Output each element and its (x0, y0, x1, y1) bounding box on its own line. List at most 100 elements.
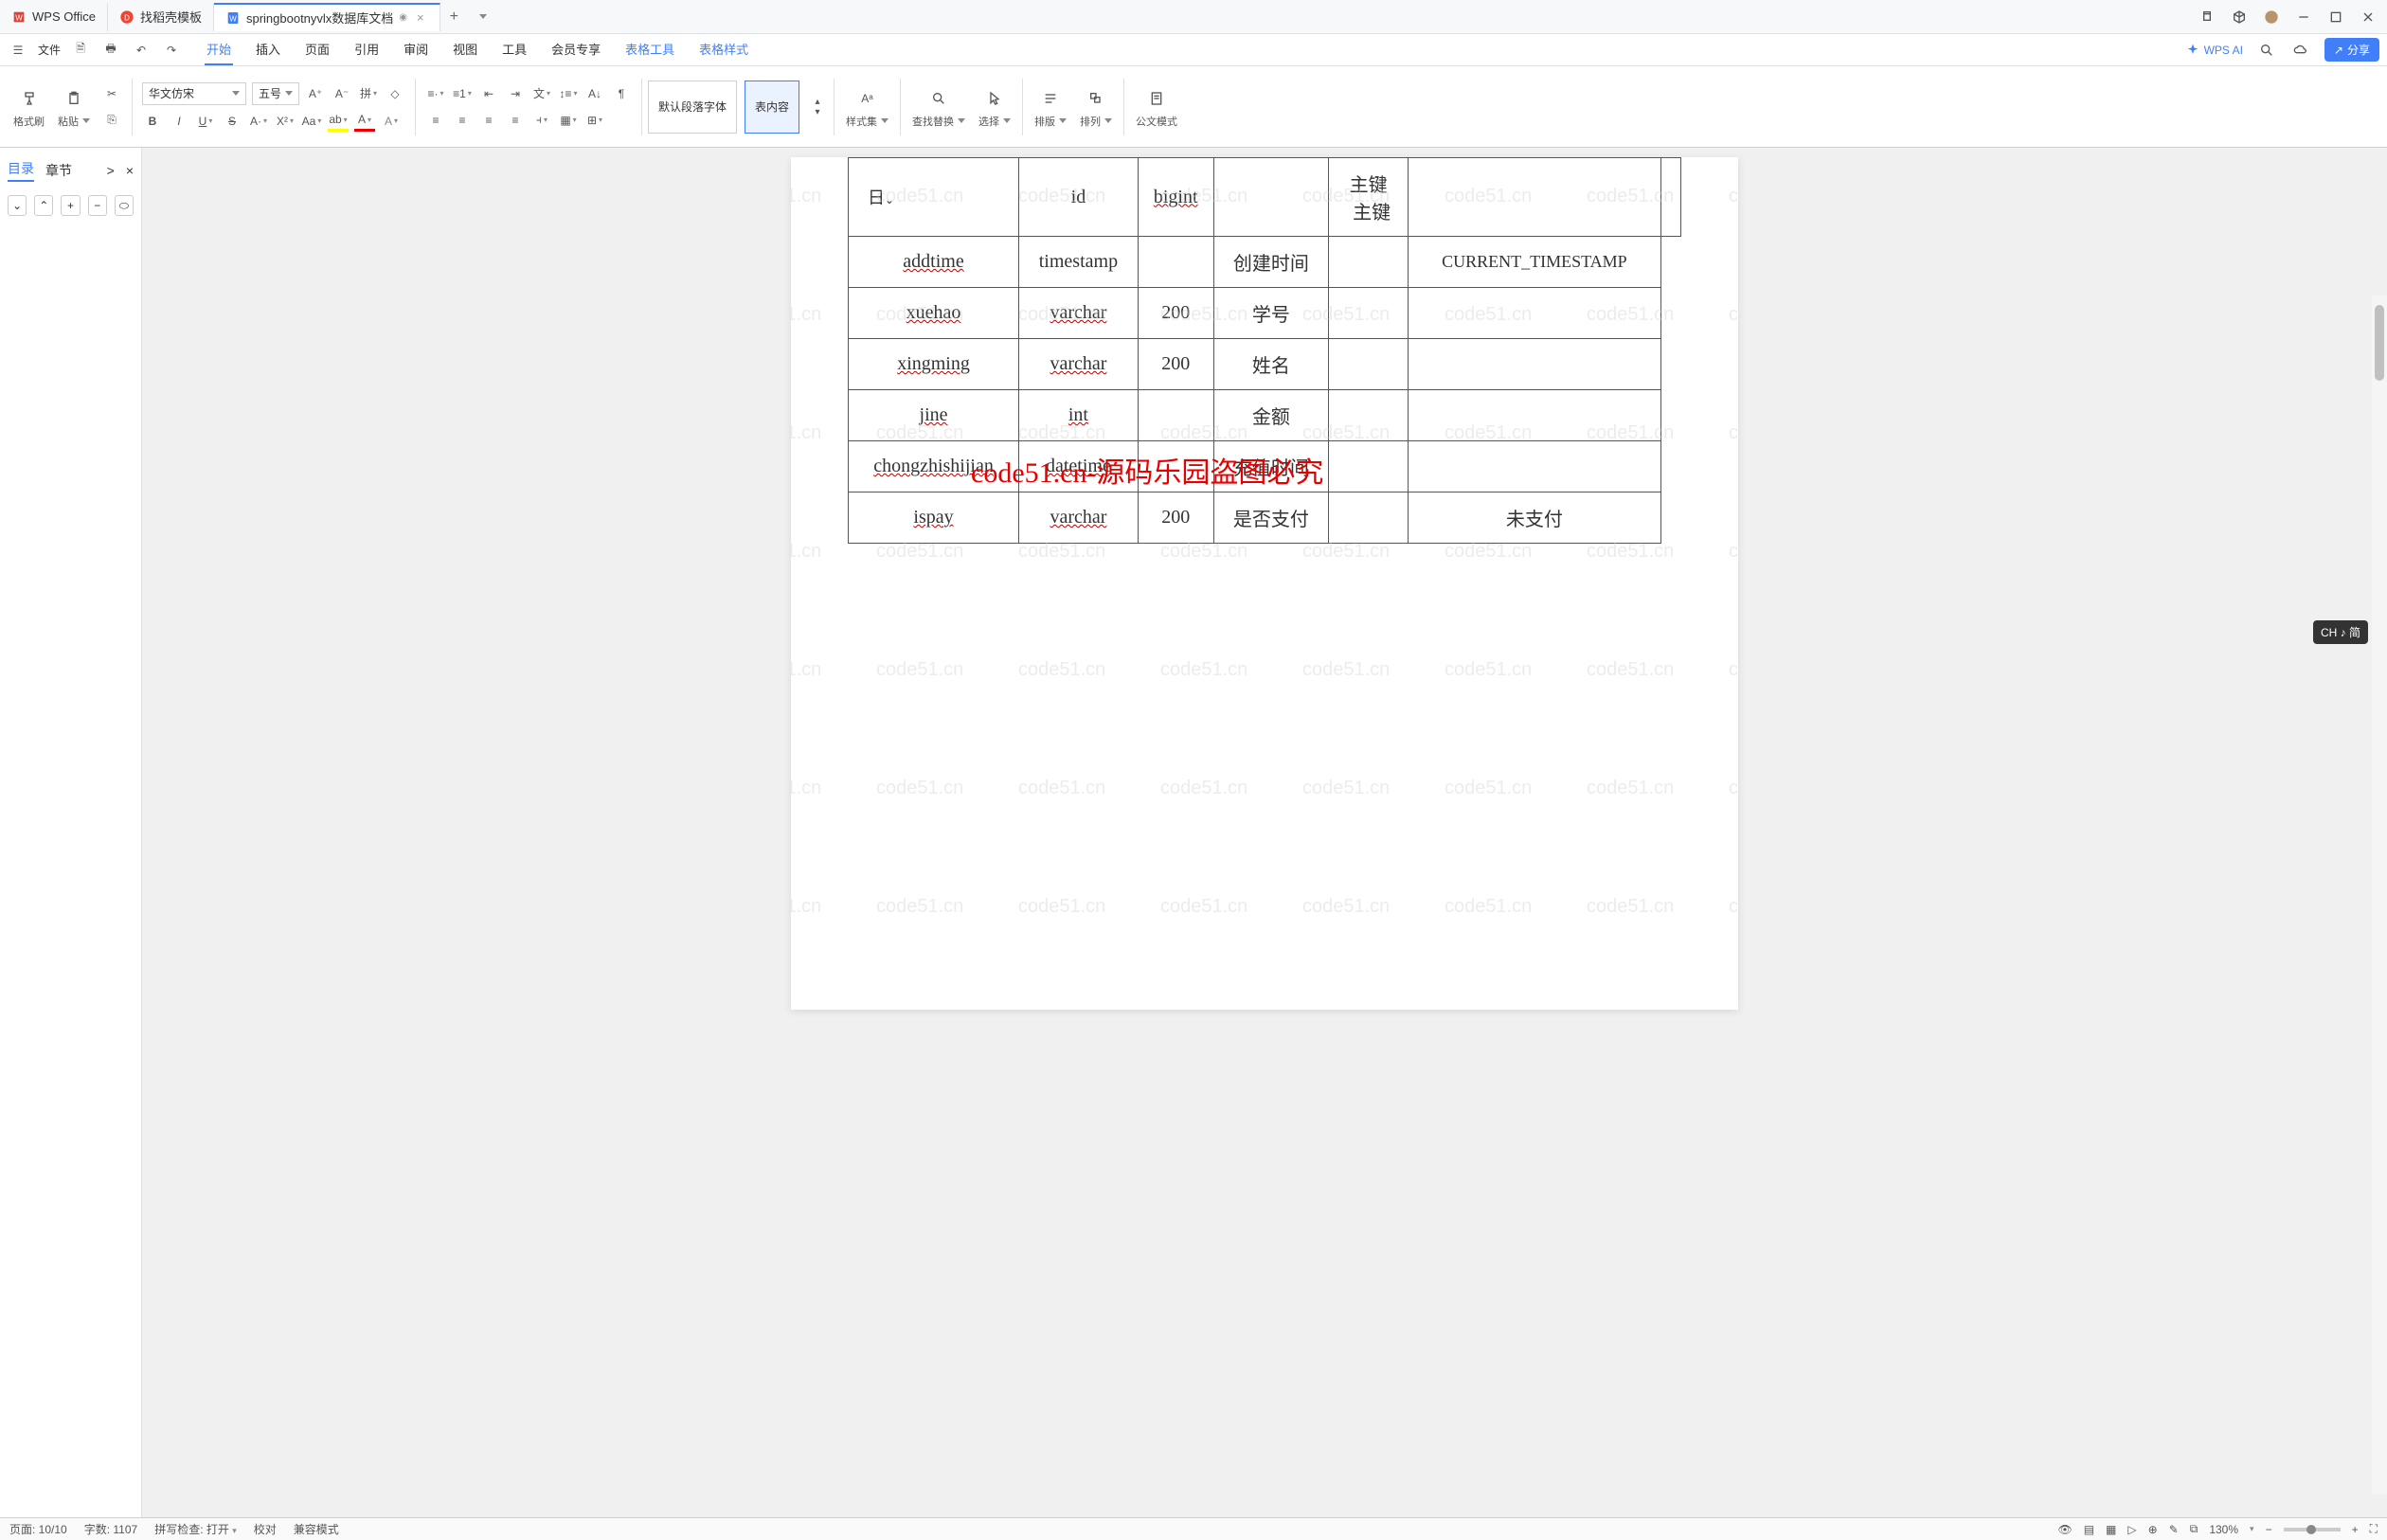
tab-docer[interactable]: D 找稻壳模板 (108, 3, 214, 31)
close-window-icon[interactable] (2360, 9, 2376, 25)
empty-cell[interactable] (1329, 288, 1409, 339)
empty-cell[interactable] (1329, 441, 1409, 492)
field-cell[interactable]: id (1019, 158, 1139, 237)
add-icon[interactable]: + (61, 195, 80, 216)
desc-cell[interactable]: 是否支付 (1213, 492, 1329, 544)
phonetic-icon[interactable]: 拼 (358, 83, 379, 104)
empty-cell[interactable] (1329, 339, 1409, 390)
len-cell[interactable]: 200 (1138, 492, 1213, 544)
menu-icon[interactable]: ☰ (8, 40, 28, 61)
numbering-icon[interactable]: ≡1 (452, 83, 473, 104)
paste-group[interactable]: 粘贴 (52, 71, 96, 143)
redo-icon[interactable]: ↷ (161, 40, 182, 61)
default-cell[interactable] (1409, 339, 1660, 390)
copy-icon[interactable]: ⎘ (101, 110, 122, 131)
align-right-icon[interactable]: ≡ (478, 110, 499, 131)
save-icon[interactable]: 🖶 (100, 40, 121, 61)
desc-cell[interactable]: 创建时间 (1213, 237, 1329, 288)
zoom-level[interactable]: 130% (2209, 1523, 2238, 1536)
tab-table-style[interactable]: 表格样式 (697, 34, 750, 65)
eye-icon[interactable]: 👁 (2057, 1523, 2072, 1536)
view-print-icon[interactable]: ▤ (2084, 1523, 2094, 1536)
outline-tab[interactable]: 目录 (8, 159, 34, 182)
zoom-in-icon[interactable]: + (2352, 1523, 2359, 1536)
tab-document[interactable]: W springbootnyvlx数据库文档 ◉ × (214, 3, 440, 31)
desc-cell[interactable]: 充值时间 (1213, 441, 1329, 492)
len-cell[interactable]: 200 (1138, 288, 1213, 339)
len-cell[interactable] (1138, 441, 1213, 492)
maximize-icon[interactable] (2328, 9, 2343, 25)
expand-icon[interactable]: ⌃ (34, 195, 53, 216)
decrease-font-icon[interactable]: A⁻ (332, 83, 352, 104)
font-color-icon[interactable]: A (354, 111, 375, 132)
close-icon[interactable]: × (413, 10, 428, 25)
view-outline-icon[interactable]: ▦ (2106, 1523, 2116, 1536)
type-cell[interactable]: datetime (1019, 441, 1139, 492)
italic-icon[interactable]: I (169, 111, 189, 132)
decrease-indent-icon[interactable]: ⇤ (478, 83, 499, 104)
type-cell[interactable]: varchar (1019, 288, 1139, 339)
wps-ai-button[interactable]: WPS AI (2185, 43, 2243, 58)
tab-home[interactable]: 开始 (205, 34, 233, 65)
file-menu[interactable]: 文件 (38, 42, 61, 58)
compat-mode[interactable]: 兼容模式 (294, 1521, 339, 1537)
type-cell[interactable]: int (1019, 390, 1139, 441)
underline-icon[interactable]: U (195, 111, 216, 132)
official-mode-button[interactable]: 公文模式 (1130, 71, 1183, 143)
tab-review[interactable]: 审阅 (402, 34, 430, 65)
cut-icon[interactable]: ✂ (101, 83, 122, 104)
field-cell[interactable]: xuehao (849, 288, 1019, 339)
select-button[interactable]: 选择 (973, 71, 1016, 143)
empty-cell[interactable] (1409, 158, 1660, 237)
style-nav-icon[interactable]: ▴▾ (807, 97, 828, 117)
default-cell[interactable]: 未支付 (1409, 492, 1660, 544)
superscript-icon[interactable]: X² (275, 111, 296, 132)
share-button[interactable]: ↗ 分享 (2324, 38, 2379, 62)
fullscreen-icon[interactable]: ⛶ (2370, 1522, 2378, 1536)
undo-icon[interactable]: ↶ (131, 40, 152, 61)
align-center-icon[interactable]: ≡ (452, 110, 473, 131)
globe-icon[interactable]: ⊕ (2148, 1523, 2158, 1536)
vertical-scrollbar[interactable] (2372, 295, 2387, 1495)
empty-cell[interactable] (1329, 390, 1409, 441)
tab-view[interactable]: 视图 (451, 34, 479, 65)
default-cell[interactable]: CURRENT_TIMESTAMP (1409, 237, 1660, 288)
minimize-icon[interactable] (2296, 9, 2311, 25)
avatar-icon[interactable] (2264, 9, 2279, 25)
cloud-icon[interactable] (2290, 40, 2311, 61)
desc-cell[interactable]: 学号 (1213, 288, 1329, 339)
tab-table-tools[interactable]: 表格工具 (623, 34, 676, 65)
row-header-cell[interactable]: 日⌄ (849, 158, 1019, 237)
type-cell[interactable]: varchar (1019, 492, 1139, 544)
tab-insert[interactable]: 插入 (254, 34, 282, 65)
field-cell[interactable]: addtime (849, 237, 1019, 288)
db-schema-table[interactable]: 日⌄ id bigint 主键主键 addtime timestamp 创建时间… (848, 157, 1681, 544)
desc-cell[interactable]: 主键主键 (1329, 158, 1409, 237)
fit-icon[interactable]: ⧉ (2190, 1522, 2199, 1536)
len-cell[interactable]: 200 (1138, 339, 1213, 390)
field-cell[interactable]: xingming (849, 339, 1019, 390)
tab-reference[interactable]: 引用 (352, 34, 381, 65)
tab-tools[interactable]: 工具 (500, 34, 529, 65)
empty-cell[interactable] (1329, 237, 1409, 288)
len-cell[interactable] (1213, 158, 1329, 237)
style-set-button[interactable]: Aᵃ 样式集 (840, 71, 894, 143)
find-replace-button[interactable]: 查找替换 (906, 71, 971, 143)
chapter-tab[interactable]: 章节 (45, 161, 72, 180)
highlight-icon[interactable]: ab (328, 111, 349, 132)
tab-wps-home[interactable]: W WPS Office (0, 3, 108, 31)
zoom-slider[interactable] (2284, 1528, 2341, 1531)
type-cell[interactable]: bigint (1138, 158, 1213, 237)
tab-page[interactable]: 页面 (303, 34, 332, 65)
emphasis-icon[interactable]: A· (248, 111, 269, 132)
edit-icon[interactable]: ✎ (2169, 1523, 2179, 1536)
collapse-icon[interactable]: ⌄ (8, 195, 27, 216)
shading-icon[interactable]: ▦ (558, 110, 579, 131)
new-tab-button[interactable]: + (440, 9, 468, 26)
cube-icon[interactable] (2232, 9, 2247, 25)
panel-nav-icon[interactable]: > (107, 163, 115, 178)
desc-cell[interactable]: 金额 (1213, 390, 1329, 441)
borders-icon[interactable]: ⊞ (584, 110, 605, 131)
increase-indent-icon[interactable]: ⇥ (505, 83, 526, 104)
layout-button[interactable]: 排版 (1029, 71, 1072, 143)
